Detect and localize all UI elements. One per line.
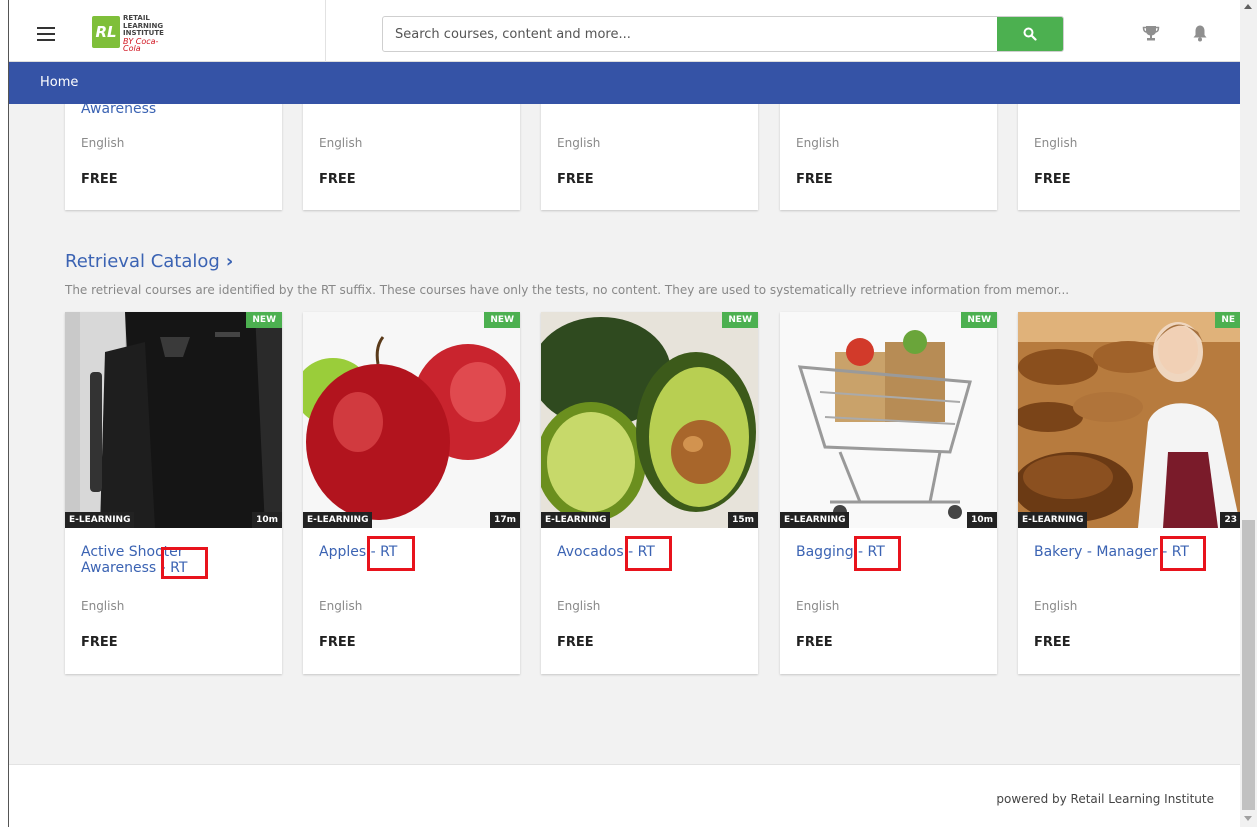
course-price: FREE [557,172,594,187]
rt-highlight-box [625,536,672,571]
type-badge: E-LEARNING [780,512,850,528]
bell-icon[interactable] [1192,24,1208,42]
nav-home-link[interactable]: Home [40,75,78,90]
course-thumbnail[interactable]: NEW E-LEARNING 10m [780,312,997,528]
police-officer-image [65,312,282,528]
new-badge: NEW [246,312,282,328]
course-thumbnail[interactable]: NE E-LEARNING 23 [1018,312,1240,528]
trophy-icon[interactable] [1142,24,1160,42]
course-title[interactable]: Awareness [81,104,156,117]
course-language: English [1034,136,1078,150]
search-bar [382,16,1064,52]
scroll-up-arrow-icon[interactable] [1244,4,1252,9]
type-badge: E-LEARNING [541,512,611,528]
search-icon [1023,27,1037,41]
type-badge: E-LEARNING [1018,512,1088,528]
course-thumbnail[interactable]: NEW E-LEARNING 17m [303,312,520,528]
course-price: FREE [81,635,118,650]
duration-badge: 10m [252,512,282,528]
new-badge: NEW [484,312,520,328]
search-button[interactable] [997,17,1063,51]
duration-badge: 10m [967,512,997,528]
search-input[interactable] [383,17,1000,51]
course-language: English [319,136,363,150]
course-card[interactable]: NEW E-LEARNING 17m Apples - RT English F… [303,312,520,674]
course-price: FREE [557,635,594,650]
course-card[interactable]: English FREE [780,104,997,210]
apples-image [303,312,520,528]
section-description: The retrieval courses are identified by … [65,283,1070,297]
course-thumbnail[interactable]: NEW E-LEARNING 15m [541,312,758,528]
divider [325,0,326,62]
new-badge: NEW [961,312,997,328]
avocados-image [541,312,758,528]
shopping-cart-image [780,312,997,528]
new-badge: NEW [722,312,758,328]
type-badge: E-LEARNING [303,512,373,528]
app-window: RL RETAIL LEARNING INSTITUTE BY Coca-Col… [8,0,1240,827]
course-card[interactable]: NEW E-LEARNING 10m Active Shooter Awaren… [65,312,282,674]
breadcrumb-bar: Home [9,62,1240,104]
logo-mark: RL [92,16,120,48]
course-language: English [81,136,125,150]
section-title-link[interactable]: Retrieval Catalog › [65,251,233,272]
course-language: English [557,599,601,613]
footer-credit: powered by Retail Learning Institute [996,792,1214,806]
course-price: FREE [796,635,833,650]
course-card[interactable]: English FREE [541,104,758,210]
menu-icon[interactable] [37,27,55,41]
course-card[interactable]: English FREE [1018,104,1240,210]
course-card[interactable]: Awareness English FREE [65,104,282,210]
course-price: FREE [1034,635,1071,650]
rt-highlight-box [161,547,208,579]
course-price: FREE [319,635,356,650]
course-price: FREE [81,172,118,187]
main-content: Awareness English FREE English FREE Engl… [9,104,1240,764]
logo[interactable]: RL RETAIL LEARNING INSTITUTE BY Coca-Col… [89,12,169,53]
logo-text: RETAIL LEARNING INSTITUTE BY Coca-Cola [123,14,164,53]
course-price: FREE [796,172,833,187]
chevron-right-icon: › [225,251,234,272]
top-bar: RL RETAIL LEARNING INSTITUTE BY Coca-Col… [9,0,1240,62]
scroll-down-arrow-icon[interactable] [1244,816,1252,821]
rt-highlight-box [1160,536,1206,571]
footer: powered by Retail Learning Institute [9,764,1240,827]
course-language: English [1034,599,1078,613]
course-card[interactable]: NEW E-LEARNING 15m Avocados - RT English… [541,312,758,674]
course-language: English [796,136,840,150]
course-language: English [796,599,840,613]
new-badge: NE [1215,312,1240,328]
course-language: English [319,599,363,613]
course-thumbnail[interactable]: NEW E-LEARNING 10m [65,312,282,528]
rt-highlight-box [367,536,415,571]
duration-badge: 23 [1220,512,1240,528]
type-badge: E-LEARNING [65,512,135,528]
course-card[interactable]: English FREE [303,104,520,210]
course-language: English [81,599,125,613]
rt-highlight-box [854,536,901,571]
scroll-thumb[interactable] [1242,520,1255,810]
vertical-scrollbar[interactable] [1240,0,1257,827]
course-card[interactable]: NEW E-LEARNING 10m Bagging - RT English … [780,312,997,674]
bakery-image [1018,312,1240,528]
course-price: FREE [319,172,356,187]
course-price: FREE [1034,172,1071,187]
course-card[interactable]: NE E-LEARNING 23 Bakery - Manager - RT E… [1018,312,1240,674]
course-language: English [557,136,601,150]
duration-badge: 15m [728,512,758,528]
duration-badge: 17m [490,512,520,528]
